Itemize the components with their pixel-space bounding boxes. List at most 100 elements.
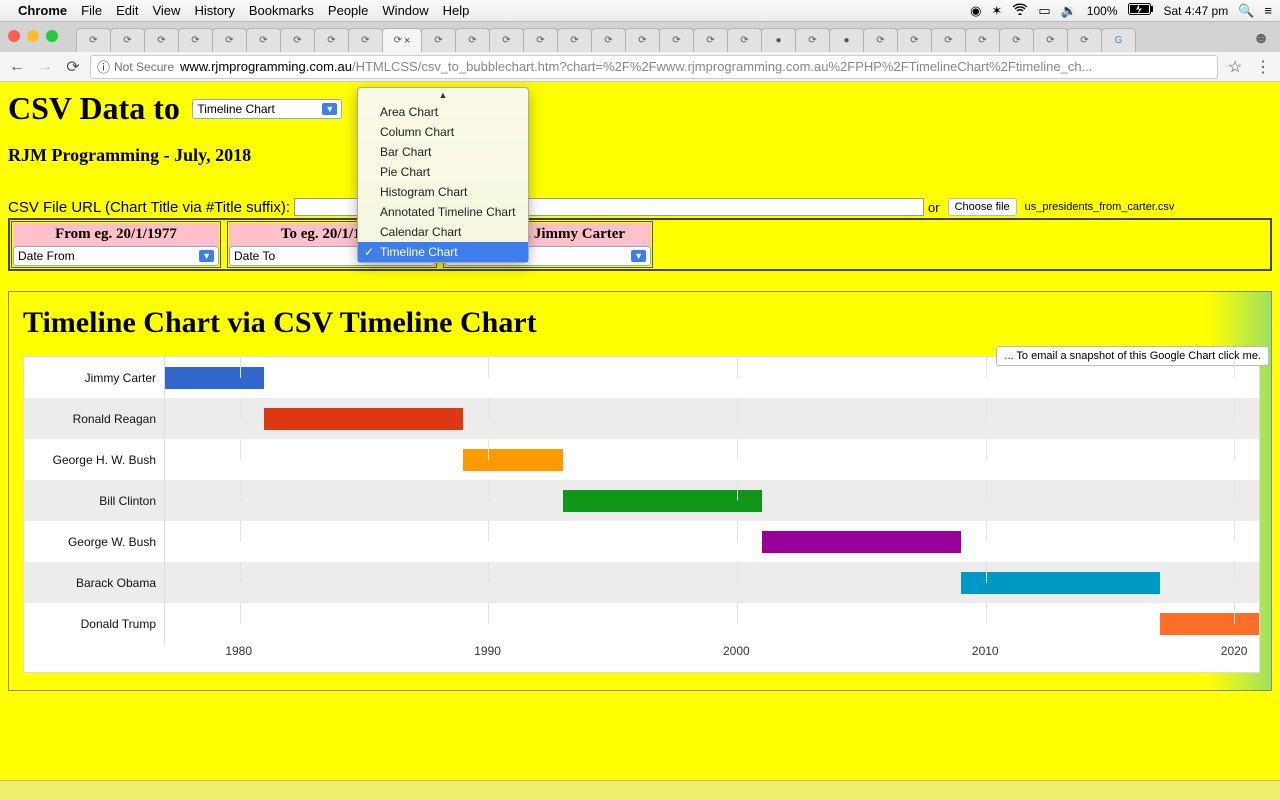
gridline xyxy=(1234,439,1235,460)
dropdown-option[interactable]: Calendar Chart xyxy=(358,222,528,242)
browser-tab[interactable]: ⟳ xyxy=(693,28,728,52)
chrome-tabstrip: ⟳ ⟳ ⟳ ⟳ ⟳ ⟳ ⟳ ⟳ ⟳ ⟳× ⟳ ⟳ ⟳ ⟳ ⟳ ⟳ ⟳ ⟳ ⟳ ⟳… xyxy=(0,22,1280,52)
page-title: CSV Data to xyxy=(8,90,180,127)
dropdown-option[interactable]: Histogram Chart xyxy=(358,182,528,202)
av-icon[interactable]: ✶ xyxy=(991,3,1002,19)
browser-tab[interactable]: ⟳ xyxy=(999,28,1034,52)
menu-help[interactable]: Help xyxy=(443,3,470,18)
bookmark-star-icon[interactable]: ☆ xyxy=(1224,56,1246,78)
clock[interactable]: Sat 4:47 pm xyxy=(1164,4,1229,18)
browser-tab[interactable]: ⟳ xyxy=(348,28,383,52)
info-icon: ⓘ xyxy=(97,57,110,76)
browser-tab[interactable]: ⟳ xyxy=(314,28,349,52)
browser-tab[interactable]: ⟳ xyxy=(659,28,694,52)
battery-icon[interactable] xyxy=(1128,3,1154,18)
address-bar[interactable]: ⓘ Not Secure www.rjmprogramming.com.au /… xyxy=(90,55,1218,79)
browser-tab[interactable]: ⟳ xyxy=(591,28,626,52)
browser-tab[interactable]: ⟳ xyxy=(557,28,592,52)
browser-tab[interactable]: ⟳ xyxy=(110,28,145,52)
menu-edit[interactable]: Edit xyxy=(116,3,138,18)
gridline xyxy=(488,480,489,501)
wifi-icon[interactable] xyxy=(1012,3,1028,18)
timeline-bar[interactable] xyxy=(961,572,1160,594)
timeline-bar[interactable] xyxy=(563,490,762,512)
url-path: /HTMLCSS/csv_to_bubblechart.htm?chart=%2… xyxy=(352,59,1092,74)
close-window[interactable] xyxy=(8,30,20,42)
minimize-window[interactable] xyxy=(27,30,39,42)
dropdown-option[interactable]: Annotated Timeline Chart xyxy=(358,202,528,222)
gridline xyxy=(737,603,738,624)
chrome-menu-icon[interactable]: ⋮ xyxy=(1252,56,1274,78)
menu-people[interactable]: People xyxy=(328,3,368,18)
browser-tab[interactable]: ⟳ xyxy=(727,28,762,52)
timeline-bar[interactable] xyxy=(463,449,562,471)
browser-tab[interactable]: ⟳ xyxy=(931,28,966,52)
timeline-bar[interactable] xyxy=(264,408,463,430)
dropdown-option[interactable]: Pie Chart xyxy=(358,162,528,182)
gridline xyxy=(240,357,241,378)
browser-tab[interactable]: ⟳ xyxy=(178,28,213,52)
chrome-profile-icon[interactable]: ☻ xyxy=(1248,26,1274,52)
gridline xyxy=(986,480,987,501)
dropdown-option[interactable]: Timeline Chart xyxy=(358,242,528,262)
axis-tick: 2020 xyxy=(1221,644,1248,658)
record-icon[interactable]: ◉ xyxy=(970,3,981,19)
browser-tab[interactable]: ● xyxy=(761,28,796,52)
timeline-bar[interactable] xyxy=(1160,613,1259,635)
browser-tab[interactable]: ⟳ xyxy=(897,28,932,52)
row-label: Jimmy Carter xyxy=(24,371,164,385)
mac-dock[interactable] xyxy=(0,780,1280,800)
back-button[interactable]: ← xyxy=(6,56,28,78)
browser-tab[interactable]: ⟳ xyxy=(1033,28,1068,52)
reload-button[interactable]: ⟳ xyxy=(62,56,84,78)
browser-tab[interactable]: ⟳ xyxy=(280,28,315,52)
chart-title: Timeline Chart via CSV Timeline Chart xyxy=(23,306,1266,340)
menu-view[interactable]: View xyxy=(152,3,180,18)
browser-tab[interactable]: ⟳ xyxy=(212,28,247,52)
row-label: Ronald Reagan xyxy=(24,412,164,426)
volume-icon[interactable]: 🔉 xyxy=(1061,3,1077,19)
column-header-label: From eg. 20/1/1977 xyxy=(14,224,218,245)
dropdown-option[interactable]: Bar Chart xyxy=(358,142,528,162)
browser-tab[interactable]: ⟳ xyxy=(76,28,111,52)
gridline xyxy=(737,357,738,378)
row-track xyxy=(164,439,1259,480)
menu-file[interactable]: File xyxy=(81,3,102,18)
chart-container: Timeline Chart via CSV Timeline Chart ..… xyxy=(8,291,1272,691)
page-subtitle: RJM Programming - July, 2018 xyxy=(8,145,1272,166)
menu-bookmarks[interactable]: Bookmarks xyxy=(249,3,314,18)
dropdown-option[interactable]: Column Chart xyxy=(358,122,528,142)
browser-tab[interactable]: ● xyxy=(829,28,864,52)
browser-tab[interactable]: ⟳ xyxy=(144,28,179,52)
browser-tab-active[interactable]: ⟳× xyxy=(382,28,422,52)
browser-tab[interactable]: ⟳ xyxy=(625,28,660,52)
menu-history[interactable]: History xyxy=(194,3,234,18)
menu-icon[interactable]: ≡ xyxy=(1264,3,1272,18)
menu-window[interactable]: Window xyxy=(382,3,428,18)
browser-tab[interactable]: ⟳ xyxy=(965,28,1000,52)
forward-button[interactable]: → xyxy=(34,56,56,78)
column-type-select[interactable]: Date From▼ xyxy=(13,246,219,266)
browser-tab[interactable]: ⟳ xyxy=(455,28,490,52)
browser-tab[interactable]: ⟳ xyxy=(246,28,281,52)
zoom-window[interactable] xyxy=(46,30,58,42)
gridline xyxy=(1234,480,1235,501)
row-label: Bill Clinton xyxy=(24,494,164,508)
spotlight-icon[interactable]: 🔍 xyxy=(1238,3,1254,19)
row-label: George H. W. Bush xyxy=(24,453,164,467)
dropdown-option[interactable]: Area Chart xyxy=(358,102,528,122)
display-icon[interactable]: ▭ xyxy=(1038,3,1050,19)
choose-file-button[interactable]: Choose file xyxy=(948,198,1017,216)
timeline-bar[interactable] xyxy=(165,367,264,389)
timeline-bar[interactable] xyxy=(762,531,961,553)
browser-tab[interactable]: ⟳ xyxy=(795,28,830,52)
browser-tab[interactable]: ⟳ xyxy=(421,28,456,52)
browser-tab[interactable]: ⟳ xyxy=(1067,28,1102,52)
app-name[interactable]: Chrome xyxy=(18,3,67,18)
scroll-up-icon[interactable]: ▲ xyxy=(358,88,528,102)
browser-tab[interactable]: G xyxy=(1101,28,1136,52)
browser-tab[interactable]: ⟳ xyxy=(523,28,558,52)
browser-tab[interactable]: ⟳ xyxy=(489,28,524,52)
chart-type-select[interactable]: Timeline Chart ▼ xyxy=(192,99,342,119)
browser-tab[interactable]: ⟳ xyxy=(863,28,898,52)
